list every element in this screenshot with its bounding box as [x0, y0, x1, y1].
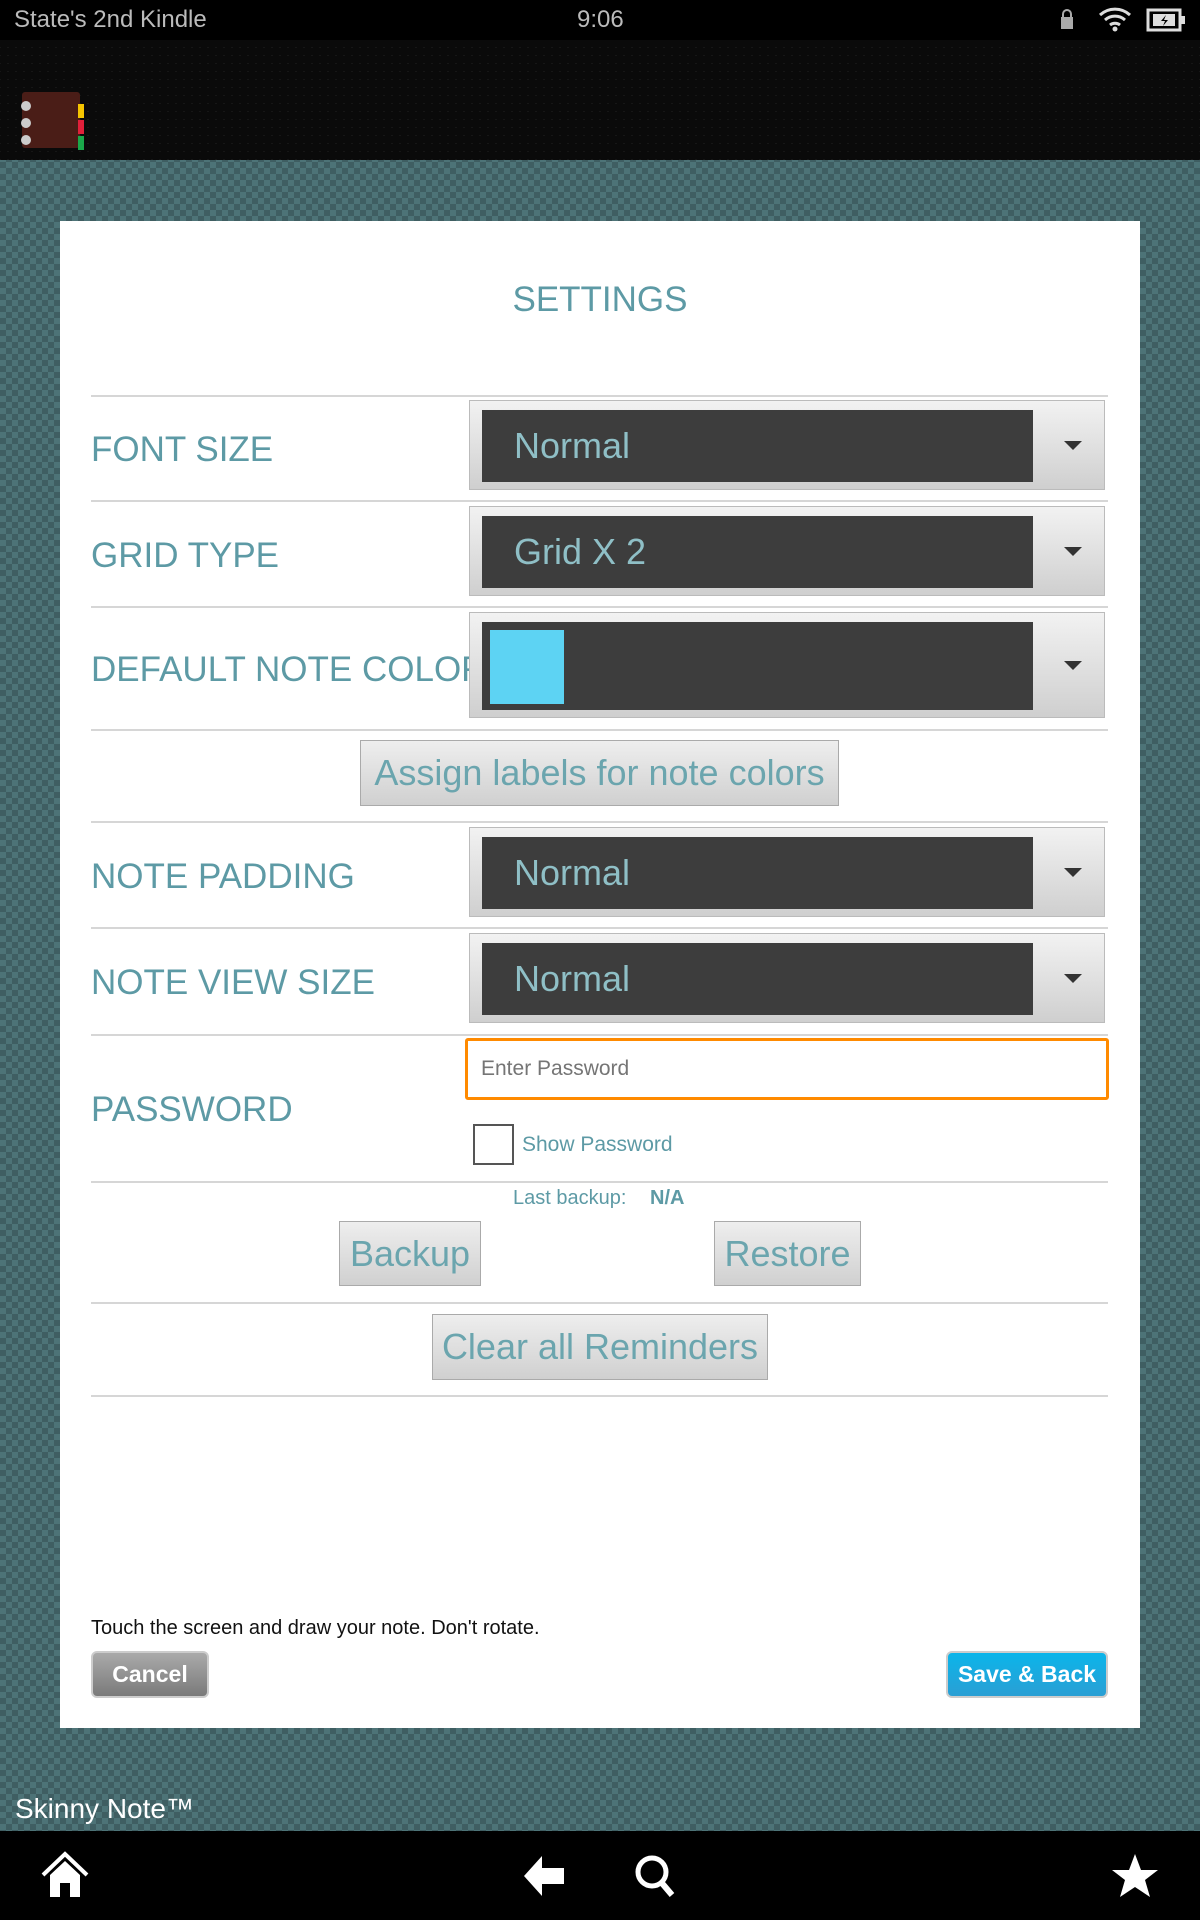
- divider: [91, 395, 1108, 397]
- divider: [91, 500, 1108, 502]
- divider: [91, 606, 1108, 608]
- default-note-color-dropdown[interactable]: [469, 612, 1105, 718]
- divider: [91, 927, 1108, 929]
- note-padding-label: NOTE PADDING: [91, 857, 355, 896]
- divider: [91, 1034, 1108, 1036]
- chevron-down-icon: [1064, 974, 1082, 983]
- search-icon[interactable]: [630, 1851, 680, 1901]
- clear-reminders-button[interactable]: Clear all Reminders: [432, 1314, 768, 1380]
- show-password-label[interactable]: Show Password: [522, 1133, 673, 1157]
- chevron-down-icon: [1064, 661, 1082, 670]
- chevron-down-icon: [1064, 868, 1082, 877]
- draw-hint: Touch the screen and draw your note. Don…: [91, 1617, 540, 1639]
- clock: 9:06: [577, 6, 624, 33]
- password-input[interactable]: [465, 1038, 1109, 1100]
- assign-labels-button[interactable]: Assign labels for note colors: [360, 740, 839, 806]
- font-size-dropdown[interactable]: Normal: [469, 400, 1105, 490]
- save-back-button[interactable]: Save & Back: [946, 1651, 1108, 1698]
- wifi-icon: [1098, 7, 1132, 32]
- lock-icon: [1061, 9, 1073, 29]
- font-size-value: Normal: [482, 410, 1033, 482]
- home-icon[interactable]: [40, 1851, 90, 1901]
- chevron-down-icon: [1064, 547, 1082, 556]
- battery-charging-icon: [1146, 8, 1185, 32]
- cancel-button[interactable]: Cancel: [91, 1651, 209, 1698]
- note-padding-dropdown[interactable]: Normal: [469, 827, 1105, 917]
- last-backup-value: N/A: [650, 1187, 685, 1209]
- grid-type-value: Grid X 2: [482, 516, 1033, 588]
- notebook-app-icon[interactable]: [16, 70, 88, 170]
- app-name: Skinny Note™: [15, 1793, 194, 1824]
- divider: [91, 821, 1108, 823]
- divider: [91, 729, 1108, 731]
- divider: [91, 1302, 1108, 1304]
- note-view-size-value: Normal: [482, 943, 1033, 1015]
- show-password-checkbox[interactable]: [473, 1124, 514, 1165]
- password-label: PASSWORD: [91, 1090, 293, 1129]
- note-color-swatch: [490, 630, 564, 704]
- note-view-size-label: NOTE VIEW SIZE: [91, 963, 375, 1002]
- backup-button[interactable]: Backup: [339, 1221, 481, 1286]
- back-icon[interactable]: [520, 1851, 570, 1901]
- divider: [91, 1395, 1108, 1397]
- app-bar: [0, 40, 1200, 160]
- last-backup-label: Last backup:: [513, 1187, 627, 1209]
- favorites-star-icon[interactable]: [1110, 1851, 1160, 1901]
- note-view-size-dropdown[interactable]: Normal: [469, 933, 1105, 1023]
- divider: [91, 1181, 1108, 1183]
- default-note-color-label: DEFAULT NOTE COLOR: [91, 650, 487, 689]
- grid-type-dropdown[interactable]: Grid X 2: [469, 506, 1105, 596]
- bottom-nav-bar: [0, 1831, 1200, 1920]
- font-size-label: FONT SIZE: [91, 430, 274, 469]
- restore-button[interactable]: Restore: [714, 1221, 861, 1286]
- status-bar: State's 2nd Kindle 9:06: [0, 0, 1200, 40]
- device-name: State's 2nd Kindle: [14, 6, 207, 33]
- grid-type-label: GRID TYPE: [91, 536, 280, 575]
- chevron-down-icon: [1064, 441, 1082, 450]
- page-title: SETTINGS: [512, 280, 688, 319]
- note-padding-value: Normal: [482, 837, 1033, 909]
